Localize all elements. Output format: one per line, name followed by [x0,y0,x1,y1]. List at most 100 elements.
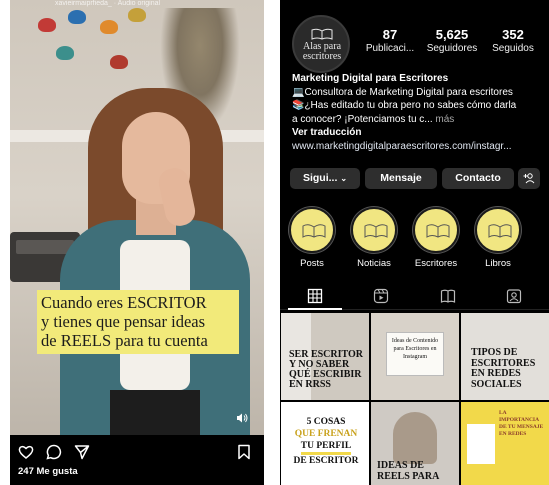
stat-followers[interactable]: 5,625 Seguidores [423,27,481,55]
highlight-label: Posts [300,258,324,269]
tile-caption-line: SOCIALES [471,378,522,390]
following-button-label: Sigui... [302,172,338,184]
see-translation-link[interactable]: Ver traducción [292,126,542,140]
reel-audio-handle[interactable]: xavieirmaiprfieda_ · Audio original [55,0,160,8]
open-book-icon [311,28,333,40]
post-tile[interactable]: SER ESCRITOR Y NO SABER QUÉ ESCRIBIR EN … [281,313,369,400]
tile-caption-line: para Escritores en [393,346,437,352]
tile-caption: 5 COSAS QUE FRENAN TU PERFIL DE ESCRITOR [291,416,361,467]
stat-number: 5,625 [435,27,469,42]
tagged-icon[interactable] [506,288,522,304]
post-tile[interactable]: LA IMPORTANCIA DE TU MENSAJE EN REDES [461,402,549,485]
tile-caption-line: REELS PARA [377,471,440,482]
highlight-cover [351,207,397,253]
tile-photo [467,424,495,464]
tile-caption-line: DE TU MENSAJE [499,424,544,430]
contact-button[interactable]: Contacto [442,168,514,189]
tile-caption-line: Ideas de Contenido [391,338,439,344]
butterfly-decoration [110,55,128,69]
open-book-icon [302,224,326,238]
suggest-people-button[interactable] [518,168,540,189]
profile-name: Marketing Digital para Escritores [292,73,449,84]
reel-video[interactable]: xavieirmaiprfieda_ · Audio original Cuan… [10,0,264,435]
tile-caption-line: IMPORTANCIA [499,417,540,423]
highlight-escritores[interactable]: Escritores [412,207,460,269]
caption-line: y tienes que pensar ideas [41,312,206,331]
tile-caption-line: EN REDES [471,368,521,379]
avatar[interactable]: Alas para escritores [292,15,350,73]
avatar-logo-text: Alas para escritores [297,42,347,62]
tile-caption-line: 5 COSAS [306,417,346,427]
stat-label: Seguidos [492,43,534,54]
butterfly-decoration [38,18,56,32]
highlight-label: Libros [485,258,511,269]
tile-caption-line: EN REDES [499,431,527,437]
following-button[interactable]: Sigui... ⌄ [290,168,360,189]
highlight-noticias[interactable]: Noticias [350,207,398,269]
person-pants [110,390,200,435]
reels-icon[interactable] [373,288,389,304]
caption-line: de REELS para tu cuenta [41,331,208,350]
tile-caption-line: TIPOS DE [471,347,518,358]
share-icon[interactable] [74,444,90,460]
butterfly-decoration [100,20,118,34]
stat-number: 87 [382,27,398,42]
tile-caption: IDEAS DE REELS PARA [377,460,439,482]
reel-actions-bar: 247 Me gusta [10,435,264,485]
add-person-icon [523,173,535,184]
tile-caption: Ideas de Contenido para Escritores en In… [387,337,443,361]
tile-caption-line: EN RRSS [289,379,331,390]
caption-line: Cuando eres ESCRITOR [41,293,207,312]
reel-caption: Cuando eres ESCRITOR y tienes que pensar… [37,290,239,354]
chevron-down-icon: ⌄ [340,174,348,183]
reel-phone: xavieirmaiprfieda_ · Audio original Cuan… [10,0,264,485]
tile-caption-line: QUE FRENAN [294,429,358,439]
post-tile[interactable]: TIPOS DE ESCRITORES EN REDES SOCIALES [461,313,549,400]
open-book-icon [488,224,512,238]
post-tile[interactable]: Ideas de Contenido para Escritores en In… [371,313,459,400]
stat-label: Publicaci... [365,43,415,54]
open-book-icon [426,224,450,238]
tile-caption: TIPOS DE ESCRITORES EN REDES SOCIALES [471,347,535,390]
bio-line: 📚¿Has editado tu obra pero no sabes cómo… [292,100,517,111]
profile-tabs [280,284,549,310]
tile-caption: SER ESCRITOR Y NO SABER QUÉ ESCRIBIR EN … [289,350,363,390]
highlight-libros[interactable]: Libros [474,207,522,269]
highlight-cover [413,207,459,253]
tile-caption-line: Instagram [403,354,427,360]
tile-caption: LA IMPORTANCIA DE TU MENSAJE EN REDES [499,410,543,438]
message-button[interactable]: Mensaje [365,168,437,189]
tile-caption-line: DE ESCRITOR [293,456,359,466]
avatar-logo-line: escritores [302,51,342,62]
post-tile[interactable]: 5 COSAS QUE FRENAN TU PERFIL DE ESCRITOR [281,402,369,485]
profile-bio: Marketing Digital para Escritores 💻Consu… [292,72,542,153]
profile-phone: Alas para escritores 87 Publicaci... 5,6… [280,0,549,485]
sound-icon[interactable] [236,412,248,424]
website-link[interactable]: www.marketingdigitalparaescritores.com/i… [292,140,542,154]
stat-following[interactable]: 352 Seguidos [486,27,540,55]
bio-line: 💻Consultora de Marketing Digital para es… [292,86,513,98]
highlight-cover [475,207,521,253]
highlight-posts[interactable]: Posts [288,207,336,269]
stat-number: 352 [502,27,524,42]
comment-icon[interactable] [46,444,62,460]
heart-icon[interactable] [18,444,34,460]
grid-icon[interactable] [307,288,323,304]
tile-caption-line: LA [499,410,507,416]
active-tab-indicator [288,308,342,310]
guides-icon[interactable] [440,288,456,304]
stat-label: Seguidores [426,43,478,54]
tile-photo [393,412,437,464]
stat-posts[interactable]: 87 Publicaci... [364,27,416,55]
post-tile[interactable]: IDEAS DE REELS PARA [371,402,459,485]
highlight-label: Noticias [357,258,391,269]
highlight-label: Escritores [414,258,458,269]
likes-count[interactable]: 247 Me gusta [18,466,78,477]
bio-more-link[interactable]: más [433,114,454,125]
tile-caption-line: IDEAS DE [377,460,424,471]
bookmark-icon[interactable] [236,444,252,460]
open-book-icon [364,224,388,238]
bio-line: a conocer? ¡Potenciamos tu c... más [292,113,542,127]
butterfly-decoration [68,10,86,24]
butterfly-decoration [128,8,146,22]
